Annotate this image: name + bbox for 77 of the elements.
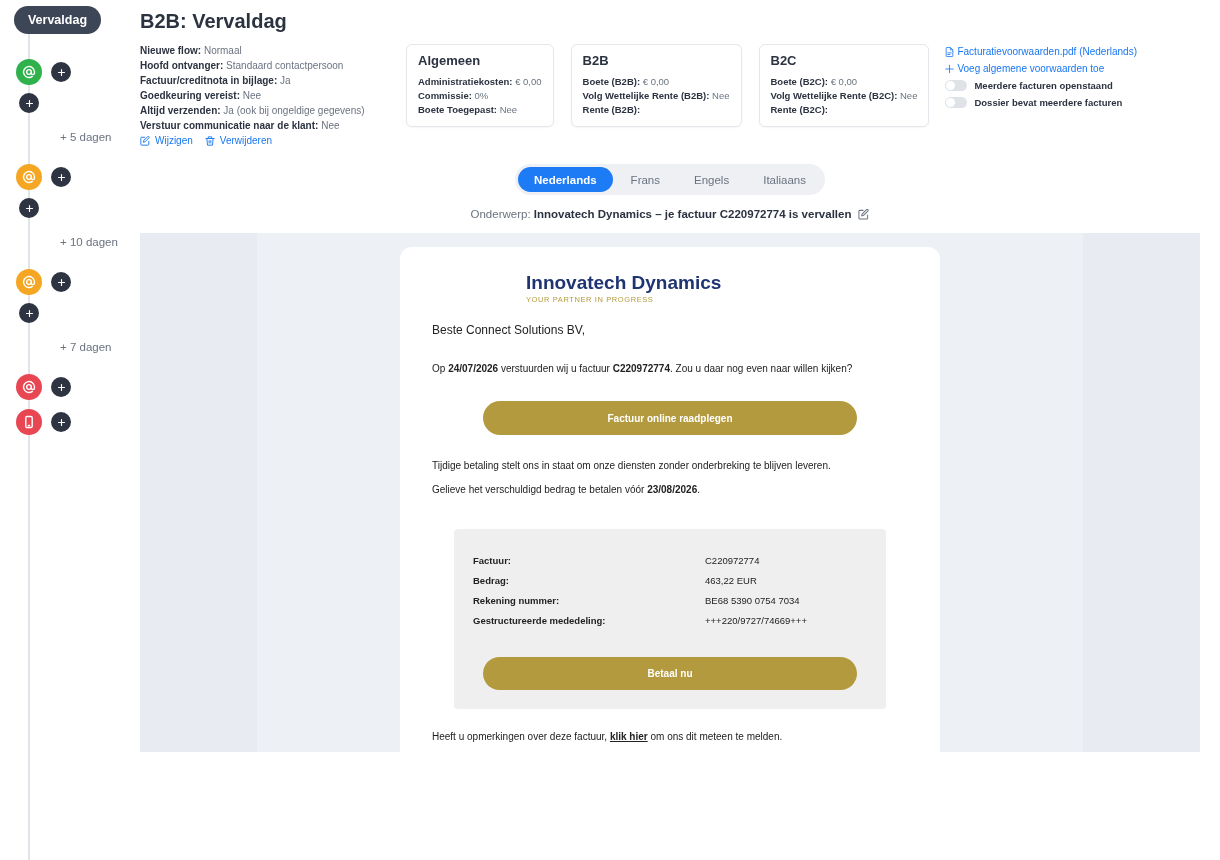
language-tab[interactable]: Engels: [678, 167, 746, 192]
setting-text: Volg Wettelijke Rente (B2B): Nee: [582, 89, 730, 103]
email-paragraph: Op 24/07/2026 verstuurden wij u factuur C220972774. Zou u daar nog even naar willen kijken?: [432, 362, 854, 376]
setting-text: Boete Toegepast: Nee: [418, 103, 518, 117]
trigger-label: Vervaldag: [14, 6, 101, 34]
detail-label: Rekening nummer:: [473, 594, 560, 608]
mobile-phone-icon[interactable]: [16, 409, 42, 435]
language-tab[interactable]: Frans: [614, 167, 676, 192]
setting-text: Boete (B2C): € 0,00: [770, 75, 858, 89]
card-title: B2C: [770, 53, 797, 69]
setting-text: Commissie: 0%: [418, 89, 489, 103]
language-tab[interactable]: Nederlands: [517, 167, 613, 192]
plus-icon: [56, 277, 66, 287]
property-text: Verstuur communicatie naar de klant: Nee: [140, 119, 340, 133]
edit-link[interactable]: Wijzigen: [140, 134, 193, 148]
add-terms-link[interactable]: Voeg algemene voorwaarden toe: [945, 60, 1105, 77]
detail-value: +++220/9727/74669+++: [705, 614, 807, 628]
setting-text: Volg Wettelijke Rente (B2C): Nee: [770, 89, 918, 103]
plus-icon: [945, 63, 955, 74]
email-paragraph: Tijdige betaling stelt ons in staat om onze diensten zonder onderbreking te blijven leveren.: [432, 459, 832, 473]
subject-line: Onderwerp: Innovatech Dynamics – je factuur C220972774 is vervallen: [470, 208, 852, 220]
property-text: Nieuwe flow: Normaal: [140, 44, 242, 58]
property-text: Hoofd ontvanger: Standaard contactpersoon: [140, 59, 344, 73]
plus-icon: [56, 417, 66, 427]
toggle-label: Dossier bevat meerdere facturen: [974, 96, 1123, 110]
greeting-text: Beste Connect Solutions BV,: [432, 322, 586, 338]
add-button[interactable]: [19, 198, 39, 218]
plus-icon: [56, 382, 66, 392]
detail-label: Bedrag:: [473, 574, 509, 588]
toggle-label: Meerdere facturen openstaand: [974, 79, 1113, 93]
add-button[interactable]: [51, 412, 71, 432]
card-title: Algemeen: [418, 53, 481, 69]
toggle-switch[interactable]: [945, 80, 968, 91]
detail-value: C220972774: [705, 554, 760, 568]
page-title: B2B: Vervaldag: [140, 9, 287, 33]
setting-text: Administratiekosten: € 0,00: [418, 75, 542, 89]
delay-label: + 7 dagen: [60, 340, 112, 354]
file-icon: [945, 46, 955, 57]
card-title: B2B: [582, 53, 609, 69]
add-button[interactable]: [51, 167, 71, 187]
plus-icon: [24, 308, 34, 318]
add-button[interactable]: [19, 303, 39, 323]
plus-icon: [24, 203, 34, 213]
add-button[interactable]: [51, 62, 71, 82]
add-button[interactable]: [51, 272, 71, 292]
report-link[interactable]: klik hier: [609, 731, 648, 742]
setting-text: Rente (B2B):: [582, 103, 641, 117]
remark-text: Heeft u opmerkingen over deze factuur, klik hier om ons dit meteen te melden.: [432, 730, 784, 744]
plus-icon: [24, 98, 34, 108]
add-button[interactable]: [19, 93, 39, 113]
setting-text: Rente (B2C):: [770, 103, 829, 117]
view-invoice-button[interactable]: Factuur online raadplegen: [483, 401, 857, 435]
at-sign-icon[interactable]: [16, 374, 42, 400]
file-link[interactable]: Facturatievoorwaarden.pdf (Nederlands): [945, 43, 1137, 60]
email-paragraph: Gelieve het verschuldigd bedrag te betalen vóór 23/08/2026.: [432, 483, 701, 497]
delete-link[interactable]: Verwijderen: [204, 134, 273, 148]
logo-text: Innovatech Dynamics: [526, 274, 722, 292]
language-tab[interactable]: Italiaans: [747, 167, 823, 192]
detail-label: Gestructureerde mededeling:: [473, 614, 606, 628]
detail-value: 463,22 EUR: [705, 574, 757, 588]
pay-now-button[interactable]: Betaal nu: [483, 657, 857, 690]
detail-value: BE68 5390 0754 7034: [705, 594, 800, 608]
delay-label: + 5 dagen: [60, 130, 112, 144]
edit-icon: [140, 136, 150, 146]
at-sign-icon[interactable]: [16, 59, 42, 85]
setting-text: Boete (B2B): € 0,00: [582, 75, 670, 89]
add-button[interactable]: [51, 377, 71, 397]
delay-label: + 10 dagen: [60, 235, 118, 249]
plus-icon: [56, 172, 66, 182]
property-text: Factuur/creditnota in bijlage: Ja: [140, 74, 291, 88]
property-text: Altijd verzenden: Ja (ook bij ongeldige gegevens): [140, 104, 365, 118]
toggle-switch[interactable]: [945, 97, 968, 108]
trash-icon: [204, 136, 215, 146]
edit-icon[interactable]: [858, 208, 870, 220]
plus-icon: [56, 67, 66, 77]
detail-label: Factuur:: [473, 554, 511, 568]
property-text: Goedkeuring vereist: Nee: [140, 89, 262, 103]
